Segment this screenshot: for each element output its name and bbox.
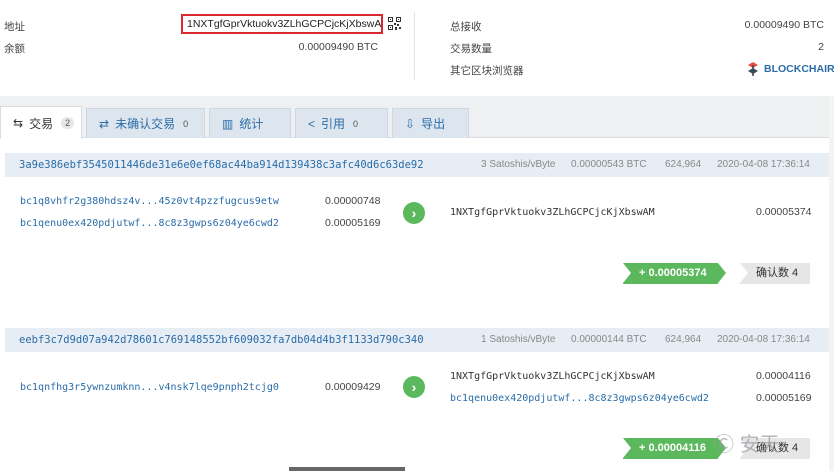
output-address-link[interactable]: bc1qenu0ex420pdjutwf...8c8z3gwps6z04ye6c… <box>450 393 709 404</box>
tab-references[interactable]: < 引用 0 <box>295 108 388 138</box>
tx-header: eebf3c7d9d07a942d78601c769148552bf609032… <box>5 328 829 352</box>
download-icon: ⇩ <box>405 116 416 131</box>
qr-code-icon[interactable] <box>388 17 401 30</box>
tx-time: 2020-04-08 17:36:14 <box>717 159 810 170</box>
tab-unconfirmed[interactable]: ⇄ 未确认交易 0 <box>86 108 205 138</box>
tab-count: 0 <box>353 118 359 129</box>
arrow-right-icon: › <box>403 376 425 398</box>
tx-header: 3a9e386ebf3545011446de31e6e0ef68ac44ba91… <box>5 153 829 177</box>
watermark-logo: Ⓒ 安天 <box>714 434 780 456</box>
confirmations-badge: 确认数 4 <box>740 263 810 284</box>
tab-label: 未确认交易 <box>115 117 176 131</box>
tx-fee: 0.00000543 BTC <box>571 159 647 170</box>
input-address-link[interactable]: bc1q8vhfr2g380hdsz4v...45z0vt4pzzfugcus9… <box>20 196 279 207</box>
total-received-value: 0.00009490 BTC <box>744 19 824 31</box>
net-amount-badge: + 0.00005374 <box>623 263 726 284</box>
tx-hash-link[interactable]: 3a9e386ebf3545011446de31e6e0ef68ac44ba91… <box>19 153 424 177</box>
blockchair-link[interactable]: BLOCKCHAIR <box>764 63 834 75</box>
output-address: 1NXTgfGprVktuokv3ZLhGCPCjcKjXbswAM <box>450 371 655 382</box>
tab-count: 2 <box>61 117 75 129</box>
summary-divider <box>414 12 415 80</box>
tab-label: 导出 <box>421 117 446 131</box>
input-amount: 0.00005169 <box>325 217 381 229</box>
tab-label: 交易 <box>29 116 54 131</box>
output-amount: 0.00004116 <box>756 370 811 382</box>
balance-value: 0.00009490 BTC <box>298 41 378 53</box>
tab-label: 引用 <box>321 117 346 131</box>
output-amount: 0.00005169 <box>756 392 812 404</box>
tx-fee-rate: 3 Satoshis/vByte <box>481 159 556 170</box>
tab-stats[interactable]: ▥ 统计 <box>209 108 291 138</box>
balance-label: 余额 <box>4 43 25 55</box>
arrow-right-icon: › <box>403 202 425 224</box>
tx-count-label: 交易数量 <box>450 43 492 55</box>
tx-block-link[interactable]: 624,964 <box>665 153 701 177</box>
input-amount: 0.00009429 <box>325 381 381 393</box>
tab-transactions[interactable]: ⇆ 交易 2 <box>0 106 82 139</box>
tab-export[interactable]: ⇩ 导出 <box>392 108 469 138</box>
tx-block-link[interactable]: 624,964 <box>665 328 701 352</box>
address-summary: 地址 1NXTgfGprVktuokv3ZLhGCPCjcKjXbswAM 余额… <box>0 0 834 96</box>
input-amount: 0.00000748 <box>325 195 381 207</box>
tab-label: 统计 <box>239 117 264 131</box>
share-icon: < <box>308 116 316 131</box>
other-explorers-label: 其它区块浏览器 <box>450 65 524 77</box>
input-address-link[interactable]: bc1qnfhg3r5ywnzumknn...v4nsk7lqe9pnph2tc… <box>20 382 279 393</box>
net-amount-badge: + 0.00004116 <box>623 438 726 459</box>
output-amount: 0.00005374 <box>756 206 812 218</box>
tx-hash-link[interactable]: eebf3c7d9d07a942d78601c769148552bf609032… <box>19 328 424 352</box>
scrollbar[interactable] <box>829 96 834 471</box>
tx-fee: 0.00000144 BTC <box>571 334 647 345</box>
bar-chart-icon: ▥ <box>222 116 234 131</box>
tx-time: 2020-04-08 17:36:14 <box>717 334 810 345</box>
total-received-label: 总接收 <box>450 21 482 33</box>
address-value[interactable]: 1NXTgfGprVktuokv3ZLhGCPCjcKjXbswAM <box>181 14 383 34</box>
transfer-icon: ⇆ <box>13 116 24 130</box>
tab-bar: ⇆ 交易 2 ⇄ 未确认交易 0 ▥ 统计 < 引用 0 ⇩ 导出 <box>0 96 829 139</box>
input-address-link[interactable]: bc1qenu0ex420pdjutwf...8c8z3gwps6z04ye6c… <box>20 218 279 229</box>
address-label: 地址 <box>4 21 25 33</box>
tab-count: 0 <box>183 118 189 129</box>
output-address: 1NXTgfGprVktuokv3ZLhGCPCjcKjXbswAM <box>450 207 655 218</box>
exchange-icon: ⇄ <box>99 116 110 131</box>
bottom-scroll-indicator <box>289 467 405 471</box>
watermark-text: 安天 <box>739 434 780 456</box>
tx-fee-rate: 1 Satoshis/vByte <box>481 334 556 345</box>
tx-count-value: 2 <box>818 41 824 53</box>
blockchair-logo-icon[interactable] <box>747 61 760 77</box>
